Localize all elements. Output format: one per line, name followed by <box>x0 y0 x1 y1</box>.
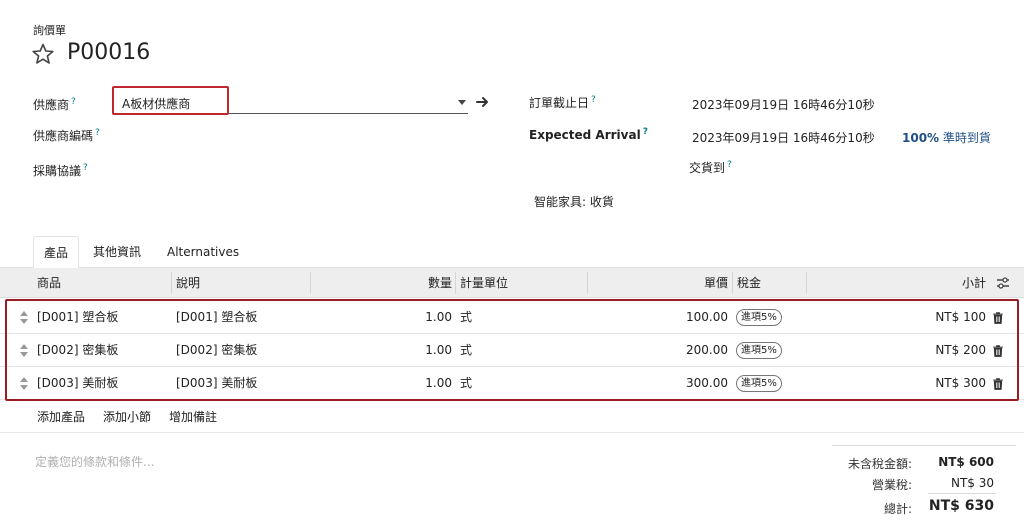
column-uom[interactable]: 計量單位 <box>460 268 508 298</box>
vendor-ref-label: 供應商編碼? <box>33 128 100 143</box>
column-quantity[interactable]: 數量 <box>410 268 452 298</box>
untaxed-value: NT$ 600 <box>938 455 994 469</box>
deadline-value[interactable]: 2023年09月19日 16時46分10秒 <box>692 96 875 113</box>
arrival-label: Expected Arrival? <box>529 127 648 142</box>
tax-label: 營業稅: <box>871 478 912 492</box>
table-header: 商品 說明 數量 計量單位 單價 稅金 小計 <box>0 268 1024 298</box>
deliver-to-label: 交貨到? <box>689 160 732 175</box>
help-icon[interactable]: ? <box>591 95 596 105</box>
agreement-label: 採購協議? <box>33 163 88 178</box>
help-icon[interactable]: ? <box>727 160 732 170</box>
add-note-link[interactable]: 增加備註 <box>169 408 217 425</box>
add-section-link[interactable]: 添加小節 <box>103 408 151 425</box>
column-description[interactable]: 說明 <box>176 268 200 298</box>
column-product[interactable]: 商品 <box>37 268 61 298</box>
help-icon[interactable]: ? <box>95 128 100 138</box>
section-divider <box>0 432 1024 433</box>
total-label: 總計: <box>883 502 912 516</box>
add-product-link[interactable]: 添加產品 <box>37 408 85 425</box>
document-number: P00016 <box>67 40 151 65</box>
document-type-label: 詢價單 <box>33 24 66 37</box>
totals-divider <box>832 445 1016 446</box>
help-icon[interactable]: ? <box>643 127 648 137</box>
column-tax[interactable]: 稅金 <box>737 268 761 298</box>
on-time-rate: 100% 準時到貨 <box>902 131 991 145</box>
rows-highlight-box <box>5 299 1019 401</box>
column-subtotal[interactable]: 小計 <box>940 268 986 298</box>
terms-input[interactable]: 定義您的條款和條件... <box>35 453 154 470</box>
tab-products[interactable]: 產品 <box>33 236 80 268</box>
deliver-to-value[interactable]: 智能家具: 收貨 <box>534 193 614 210</box>
tax-value: NT$ 30 <box>950 476 994 490</box>
notebook-tabs: 產品 其他資訊 Alternatives <box>0 236 1024 268</box>
help-icon[interactable]: ? <box>71 97 76 107</box>
deadline-label: 訂單截止日? <box>529 95 596 110</box>
total-value: NT$ 630 <box>928 498 994 514</box>
arrow-right-icon[interactable] <box>476 95 490 109</box>
grand-total-divider <box>928 493 996 494</box>
tab-alternatives[interactable]: Alternatives <box>157 236 249 268</box>
vendor-highlight-box <box>112 86 229 115</box>
arrival-value[interactable]: 2023年09月19日 16時46分10秒 <box>692 129 875 146</box>
untaxed-label: 未含稅金額: <box>847 457 912 471</box>
column-settings-icon[interactable] <box>996 277 1010 289</box>
help-icon[interactable]: ? <box>83 163 88 173</box>
column-unit-price[interactable]: 單價 <box>680 268 728 298</box>
vendor-label: 供應商? <box>33 97 76 112</box>
dropdown-caret-icon[interactable] <box>458 100 466 105</box>
tab-other-info[interactable]: 其他資訊 <box>83 236 151 268</box>
star-icon[interactable] <box>31 42 55 66</box>
